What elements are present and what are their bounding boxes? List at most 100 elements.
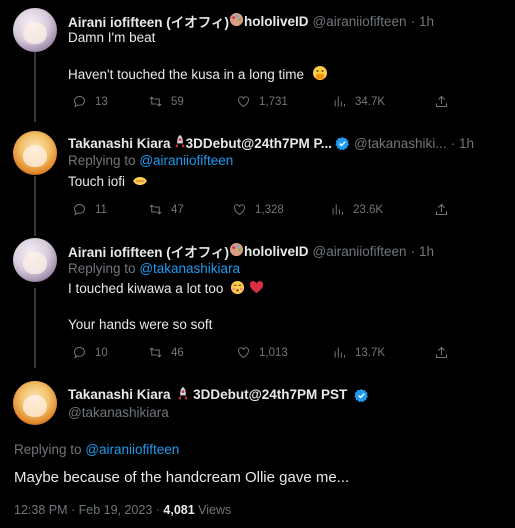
view-count: 34.7K — [355, 95, 386, 108]
avatar[interactable] — [13, 131, 57, 175]
avatar[interactable] — [13, 381, 57, 425]
separator: · — [450, 135, 456, 151]
retweet-button[interactable]: 46 — [148, 345, 184, 360]
tweet-text-line: Damn I'm beat — [68, 30, 156, 45]
reply-button[interactable]: 13 — [72, 94, 108, 109]
timestamp[interactable]: 1h — [419, 14, 434, 29]
like-icon — [238, 347, 249, 359]
kissing-face-emoji — [230, 280, 245, 300]
like-button[interactable]: 1,328 — [232, 202, 284, 217]
retweet-count: 47 — [171, 203, 184, 216]
share-icon — [436, 95, 447, 107]
like-count: 1,731 — [259, 95, 288, 108]
mention-link[interactable]: @takanashikiara — [139, 261, 240, 276]
handle[interactable]: @airaniiofifteen — [313, 14, 407, 29]
tweet-timestamp[interactable]: 12:38 PM · Feb 19, 2023 · — [14, 503, 160, 517]
reply-icon — [74, 96, 85, 108]
tweet-header: Takanashi Kiara 3DDebut@24th7PM P... @ta… — [68, 134, 500, 152]
like-count: 1,013 — [259, 346, 288, 359]
avatar[interactable] — [13, 238, 57, 282]
hand-over-mouth-emoji — [312, 65, 328, 86]
tweet-text: Touch iofi — [68, 174, 126, 189]
retweet-icon — [149, 96, 162, 107]
share-button[interactable] — [434, 345, 449, 360]
reply-count: 13 — [95, 95, 108, 108]
share-button[interactable] — [434, 202, 449, 217]
main-tweet-text: Maybe because of the handcream Ollie gav… — [14, 469, 350, 486]
views-button[interactable]: 34.7K — [332, 94, 385, 109]
rocket-emoji — [177, 386, 189, 404]
handle[interactable]: @takanashikiara — [68, 405, 169, 420]
retweet-count: 59 — [171, 95, 184, 108]
display-name[interactable]: Takanashi Kiara — [68, 136, 171, 151]
views-button[interactable]: 23.6K — [330, 202, 383, 217]
thread-line — [34, 52, 36, 122]
views-button[interactable]: 13.7K — [332, 345, 385, 360]
separator: · — [410, 13, 416, 29]
view-count: 13.7K — [355, 346, 386, 359]
like-count: 1,328 — [255, 203, 284, 216]
retweet-icon — [149, 347, 162, 358]
retweet-icon — [149, 204, 162, 215]
timestamp[interactable]: 1h — [459, 136, 474, 151]
like-icon — [238, 96, 249, 108]
reply-count: 10 — [95, 346, 108, 359]
reply-icon — [74, 347, 85, 359]
timestamp[interactable]: 1h — [419, 244, 434, 259]
handle[interactable]: @airaniiofifteen — [313, 244, 407, 259]
reply-count: 11 — [95, 203, 107, 216]
display-name-suffix[interactable]: 3DDebut@24th7PM PST — [193, 387, 347, 402]
tweet-actions: 11 47 1,328 23.6K — [68, 202, 450, 220]
replying-to: Replying to @airaniiofifteen — [14, 442, 179, 457]
rocket-emoji — [174, 134, 186, 152]
handle[interactable]: @takanashiki... — [354, 136, 447, 151]
views-icon — [332, 204, 343, 215]
tweet-actions: 13 59 1,731 34.7K — [68, 94, 450, 112]
thread-line — [34, 288, 36, 368]
tweet-text-line: Your hands were so soft — [68, 317, 213, 332]
like-button[interactable]: 1,731 — [236, 94, 288, 109]
replying-label: Replying to — [68, 153, 136, 168]
handshake-emoji — [132, 174, 148, 193]
separator: · — [410, 243, 416, 259]
views-icon — [334, 96, 345, 107]
views-icon — [334, 347, 345, 358]
retweet-button[interactable]: 59 — [148, 94, 184, 109]
mention-link[interactable]: @airaniiofifteen — [85, 442, 179, 457]
mention-link[interactable]: @airaniiofifteen — [139, 153, 233, 168]
display-name-suffix[interactable]: 3DDebut@24th7PM P... — [186, 136, 332, 151]
replying-label: Replying to — [68, 261, 136, 276]
avatar[interactable] — [13, 8, 57, 52]
retweet-count: 46 — [171, 346, 184, 359]
reply-button[interactable]: 10 — [72, 345, 108, 360]
tweet-text: Haven't touched the kusa in a long time — [68, 67, 304, 82]
tweet-text: I touched kiwawa a lot too — [68, 281, 224, 296]
replying-to: Replying to @airaniiofifteen — [68, 153, 233, 168]
tweet-text-line: Touch iofi — [68, 173, 148, 193]
tweet-header: Airani iofifteen (イオフィ) hololiveID @aira… — [68, 241, 500, 261]
view-count: 23.6K — [353, 203, 384, 216]
retweet-button[interactable]: 47 — [148, 202, 184, 217]
tweet-text-line: I touched kiwawa a lot too — [68, 280, 264, 300]
views-count: 4,081 — [163, 503, 195, 517]
tweet-text-line: Haven't touched the kusa in a long time — [68, 65, 328, 86]
display-name-suffix[interactable]: hololiveID — [244, 244, 309, 259]
verified-icon — [354, 388, 368, 403]
display-name[interactable]: Airani iofifteen (イオフィ) — [68, 11, 229, 31]
tweet-header: Airani iofifteen (イオフィ) hololiveID @aira… — [68, 11, 500, 31]
display-name-suffix[interactable]: hololiveID — [244, 14, 309, 29]
share-icon — [436, 346, 447, 358]
thread-line — [34, 176, 36, 236]
main-tweet-header: Takanashi Kiara 3DDebut@24th7PM PST — [68, 386, 369, 404]
red-heart-emoji — [249, 280, 264, 300]
like-icon — [234, 204, 245, 216]
share-button[interactable] — [434, 94, 449, 109]
like-button[interactable]: 1,013 — [236, 345, 288, 360]
share-icon — [436, 203, 447, 215]
tweet-actions: 10 46 1,013 13.7K — [68, 345, 450, 363]
reply-button[interactable]: 11 — [72, 202, 107, 217]
display-name[interactable]: Airani iofifteen (イオフィ) — [68, 241, 229, 261]
display-name[interactable]: Takanashi Kiara — [68, 387, 171, 402]
palette-emoji — [229, 242, 244, 260]
palette-emoji — [229, 12, 244, 30]
